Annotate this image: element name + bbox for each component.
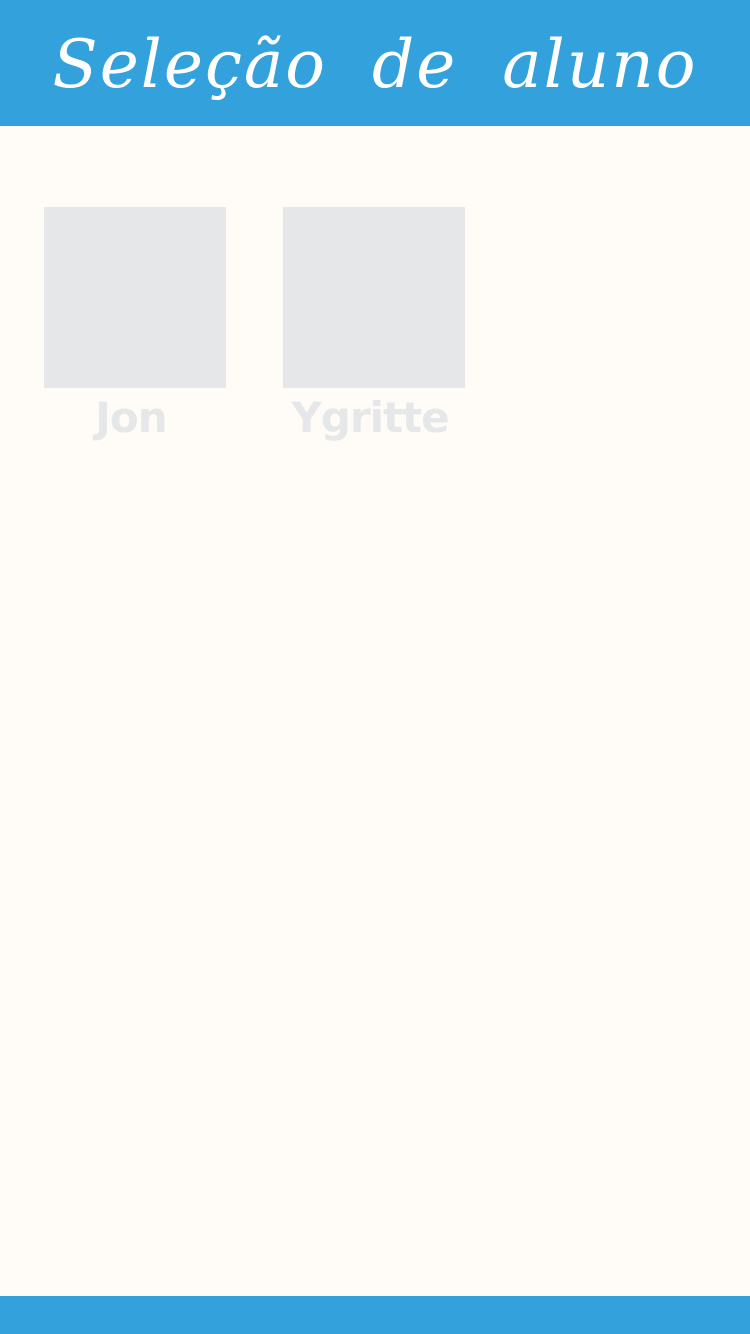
- student-selection-screen: Seleção de aluno Jon Ygritte: [0, 0, 750, 1334]
- footer-bar: [0, 1296, 750, 1334]
- student-avatar-placeholder[interactable]: [44, 207, 226, 388]
- student-avatar-placeholder[interactable]: [283, 207, 465, 388]
- student-card-ygritte[interactable]: Ygritte: [283, 207, 465, 442]
- student-card-jon[interactable]: Jon: [44, 207, 226, 442]
- student-name: Ygritte: [291, 393, 449, 442]
- header-bar: Seleção de aluno: [0, 0, 750, 126]
- student-name: Jon: [95, 393, 167, 442]
- page-title: Seleção de aluno: [52, 26, 698, 103]
- student-list: Jon Ygritte: [44, 207, 465, 442]
